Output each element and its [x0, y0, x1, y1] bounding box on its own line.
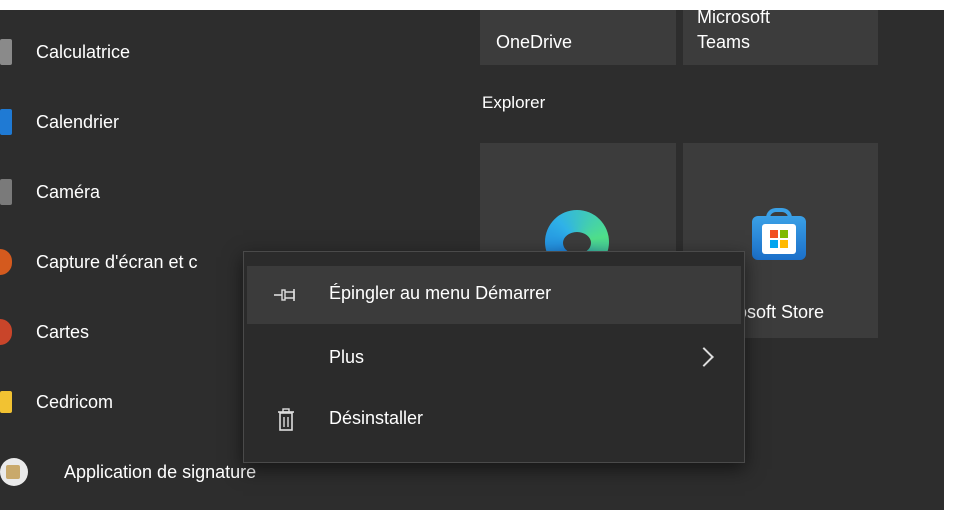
tile-onedrive[interactable]: OneDrive: [480, 10, 676, 65]
calendar-icon: [0, 109, 12, 135]
app-label: Cartes: [36, 321, 90, 342]
folder-icon: [0, 391, 12, 413]
app-label: Capture d'écran et c: [36, 251, 198, 272]
tile-label-line2: Teams: [697, 32, 751, 52]
start-menu: Calculatrice Calendrier Caméra Capture d…: [0, 10, 944, 510]
app-item-camera[interactable]: Caméra: [0, 172, 460, 212]
tile-label: osoft Store: [737, 302, 825, 322]
menu-item-pin-to-start[interactable]: Épingler au menu Démarrer: [247, 266, 741, 324]
group-header[interactable]: Explorer: [482, 93, 545, 113]
app-label: Caméra: [36, 181, 101, 202]
app-label: Cedricom: [36, 391, 114, 412]
maps-icon: [0, 319, 12, 345]
app-label: Calendrier: [36, 111, 120, 132]
calculator-icon: [0, 39, 12, 65]
menu-label: Épingler au menu Démarrer: [329, 283, 552, 303]
menu-item-plus[interactable]: Plus: [247, 330, 741, 388]
chevron-right-icon: [694, 347, 714, 367]
signature-app-icon: [0, 458, 28, 486]
context-menu: Épingler au menu Démarrer Plus Désinstal…: [243, 251, 745, 463]
tile-label-line1: Microsoft: [697, 10, 771, 27]
camera-icon: [0, 179, 12, 205]
tile-label: OneDrive: [496, 32, 573, 52]
menu-item-uninstall[interactable]: Désinstaller: [247, 391, 741, 449]
pin-icon: [272, 282, 300, 308]
menu-label: Désinstaller: [329, 408, 424, 428]
app-item-calculatrice[interactable]: Calculatrice: [0, 32, 460, 72]
trash-icon: [272, 407, 300, 433]
app-item-calendrier[interactable]: Calendrier: [0, 102, 460, 142]
tile-teams[interactable]: Microsoft Teams: [683, 10, 878, 65]
app-label: Application de signature: [64, 461, 257, 482]
microsoft-store-icon: [752, 208, 806, 262]
menu-label: Plus: [329, 347, 365, 367]
app-label: Calculatrice: [36, 41, 131, 62]
snip-icon: [0, 249, 12, 275]
